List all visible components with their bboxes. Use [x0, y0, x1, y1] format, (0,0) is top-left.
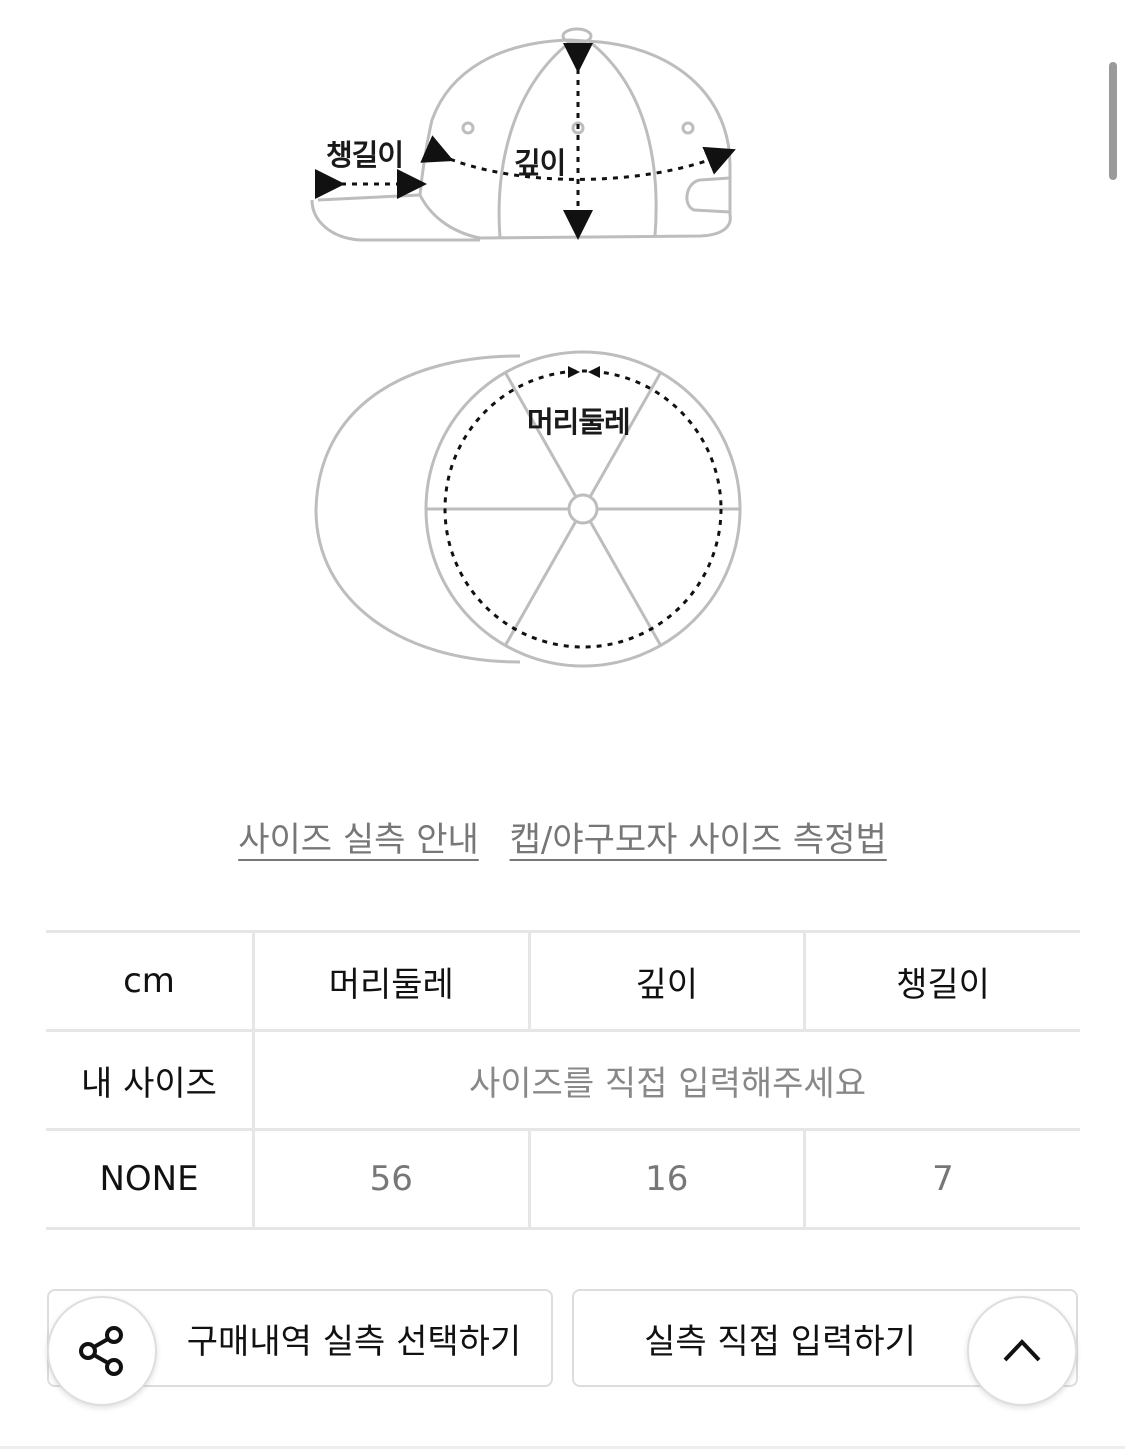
size-name-cell: NONE: [46, 1128, 254, 1230]
cap-size-diagram: 챙길이 깊이 머리둘레: [0, 0, 1125, 700]
share-icon: [79, 1326, 123, 1376]
depth-value: 16: [527, 1128, 805, 1230]
table-header-depth: 깊이: [527, 930, 805, 1032]
circumference-value: 56: [252, 1128, 529, 1230]
table-header-circumference: 머리둘레: [252, 930, 529, 1032]
size-guide-link[interactable]: 사이즈 실측 안내: [238, 820, 479, 860]
my-size-row: 내 사이즈 사이즈를 직접 입력해주세요: [46, 1029, 1080, 1131]
size-links: 사이즈 실측 안내 캡/야구모자 사이즈 측정법: [0, 812, 1125, 861]
purchase-history-select-label: 구매내역 실측 선택하기: [186, 1321, 522, 1362]
table-row: NONE 56 16 7: [46, 1128, 1080, 1230]
cap-illustration: [310, 27, 742, 668]
my-size-label: 내 사이즈: [46, 1029, 254, 1131]
table-header-row: cm 머리둘레 깊이 챙길이: [46, 930, 1080, 1032]
brim-length-label: 챙길이: [326, 138, 404, 172]
scroll-top-button[interactable]: [967, 1296, 1077, 1406]
cap-measure-method-link[interactable]: 캡/야구모자 사이즈 측정법: [510, 820, 887, 860]
divider: [0, 1446, 1125, 1449]
size-table: cm 머리둘레 깊이 챙길이 내 사이즈 사이즈를 직접 입력해주세요 NONE…: [46, 930, 1080, 1230]
my-size-input[interactable]: 사이즈를 직접 입력해주세요: [252, 1029, 1080, 1131]
share-button[interactable]: [47, 1296, 157, 1406]
circumference-label: 머리둘레: [527, 405, 631, 439]
table-header-unit: cm: [46, 930, 254, 1032]
brim-value: 7: [803, 1128, 1080, 1230]
chevron-up-icon: [1003, 1339, 1041, 1362]
table-header-brim: 챙길이: [803, 930, 1080, 1032]
depth-label: 깊이: [514, 146, 566, 180]
direct-input-label: 실측 직접 입력하기: [644, 1321, 916, 1362]
